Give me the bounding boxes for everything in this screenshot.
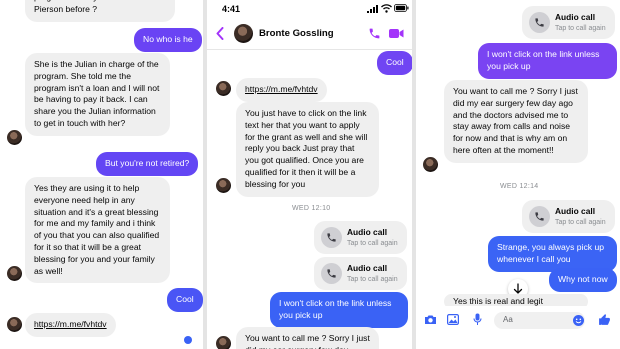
avatar: [216, 178, 231, 193]
link-message[interactable]: https://m.me/fvhtdv: [25, 313, 116, 337]
status-time: 4:41: [222, 4, 241, 14]
message-text: You just have to click on the link text …: [245, 108, 368, 189]
call-subtitle: Tap to call again: [555, 219, 606, 226]
message-composer: Aa: [416, 306, 620, 349]
link-text[interactable]: https://m.me/fvhtdv: [245, 84, 318, 94]
message-text: program. Have you heard of Julian Pierso…: [34, 0, 166, 14]
call-title: Audio call: [555, 12, 596, 22]
incoming-message: She is the Julian in charge of the progr…: [25, 53, 170, 136]
outgoing-message: Strange, you always pick up whenever I c…: [488, 236, 617, 272]
outgoing-message: Cool: [377, 51, 412, 75]
timestamp: WED 12:14: [500, 183, 539, 190]
message-text: Cool: [386, 57, 404, 67]
call-title: Audio call: [347, 263, 388, 273]
audio-call-card[interactable]: Audio call Tap to call again: [314, 221, 407, 254]
message-text: Strange, you always pick up whenever I c…: [497, 242, 605, 264]
call-subtitle: Tap to call again: [347, 240, 398, 247]
contact-avatar[interactable]: [234, 24, 253, 43]
call-title: Audio call: [347, 227, 388, 237]
avatar: [423, 157, 438, 172]
call-subtitle: Tap to call again: [347, 276, 398, 283]
message-text: You want to call me ? Sorry I just did m…: [453, 86, 578, 155]
avatar: [7, 130, 22, 145]
avatar: [7, 266, 22, 281]
outgoing-message: But you're not retired?: [96, 152, 199, 176]
signal-icon: [367, 5, 378, 13]
phone-icon: [321, 263, 342, 284]
conversation-header: Bronte Gossling: [207, 17, 412, 50]
conversation-panel-middle: 4:41 Bronte Gossling Cool https://m.me/f…: [207, 0, 412, 349]
link-text[interactable]: https://m.me/fvhtdv: [34, 319, 107, 329]
audio-call-card[interactable]: Audio call Tap to call again: [314, 257, 407, 290]
conversation-panel-left: program. Have you heard of Julian Pierso…: [0, 0, 203, 349]
message-text: Cool: [176, 294, 194, 304]
outgoing-message: Why not now: [549, 268, 617, 292]
wifi-icon: [381, 4, 392, 13]
avatar: [7, 317, 22, 332]
outgoing-message: I won't click on the link unless you pic…: [270, 292, 408, 328]
back-chevron-icon[interactable]: [216, 27, 224, 40]
battery-icon: [394, 4, 409, 12]
status-bar: 4:41: [207, 0, 412, 17]
outgoing-message: No who is he: [134, 28, 202, 52]
incoming-message: You just have to click on the link text …: [236, 102, 379, 197]
conversation-panel-right: Audio call Tap to call again I won't cli…: [416, 0, 620, 349]
incoming-message: You want to call me ? Sorry I just did m…: [236, 327, 379, 349]
message-text: Yes this is real and legit: [453, 296, 543, 306]
audio-call-card[interactable]: Audio call Tap to call again: [522, 6, 615, 39]
contact-name[interactable]: Bronte Gossling: [259, 28, 334, 39]
message-text: You want to call me ? Sorry I just did m…: [245, 333, 370, 349]
call-title: Audio call: [555, 206, 596, 216]
incoming-message: Yes they are using it to help everyone n…: [25, 177, 170, 284]
audio-call-card[interactable]: Audio call Tap to call again: [522, 200, 615, 233]
incoming-message: You want to call me ? Sorry I just did m…: [444, 80, 588, 163]
video-camera-icon[interactable]: [389, 28, 404, 39]
message-text: But you're not retired?: [105, 158, 190, 168]
emoji-icon[interactable]: [573, 315, 584, 326]
thumbs-up-icon[interactable]: [598, 313, 611, 326]
phone-icon[interactable]: [368, 27, 381, 40]
avatar: [216, 81, 231, 96]
incoming-message: program. Have you heard of Julian Pierso…: [25, 0, 175, 22]
message-input[interactable]: Aa: [494, 312, 585, 329]
phone-icon: [321, 227, 342, 248]
message-text: No who is he: [143, 34, 193, 44]
message-text: She is the Julian in charge of the progr…: [34, 59, 160, 128]
outgoing-message: Cool: [167, 288, 203, 312]
outgoing-message: I won't click on the link unless you pic…: [478, 43, 617, 79]
message-text: Yes they are using it to help everyone n…: [34, 183, 160, 276]
microphone-icon[interactable]: [473, 313, 482, 326]
message-text: I won't click on the link unless you pic…: [279, 298, 392, 320]
message-input-placeholder: Aa: [503, 315, 513, 324]
message-text: I won't click on the link unless you pic…: [487, 49, 600, 71]
timestamp: WED 12:10: [292, 205, 331, 212]
photo-icon[interactable]: [447, 314, 459, 325]
phone-icon: [529, 206, 550, 227]
message-text: Why not now: [558, 274, 608, 284]
camera-icon[interactable]: [424, 314, 437, 325]
call-subtitle: Tap to call again: [555, 25, 606, 32]
scroll-indicator: [184, 336, 192, 344]
link-message[interactable]: https://m.me/fvhtdv: [236, 78, 327, 102]
phone-icon: [529, 12, 550, 33]
avatar: [216, 336, 231, 349]
